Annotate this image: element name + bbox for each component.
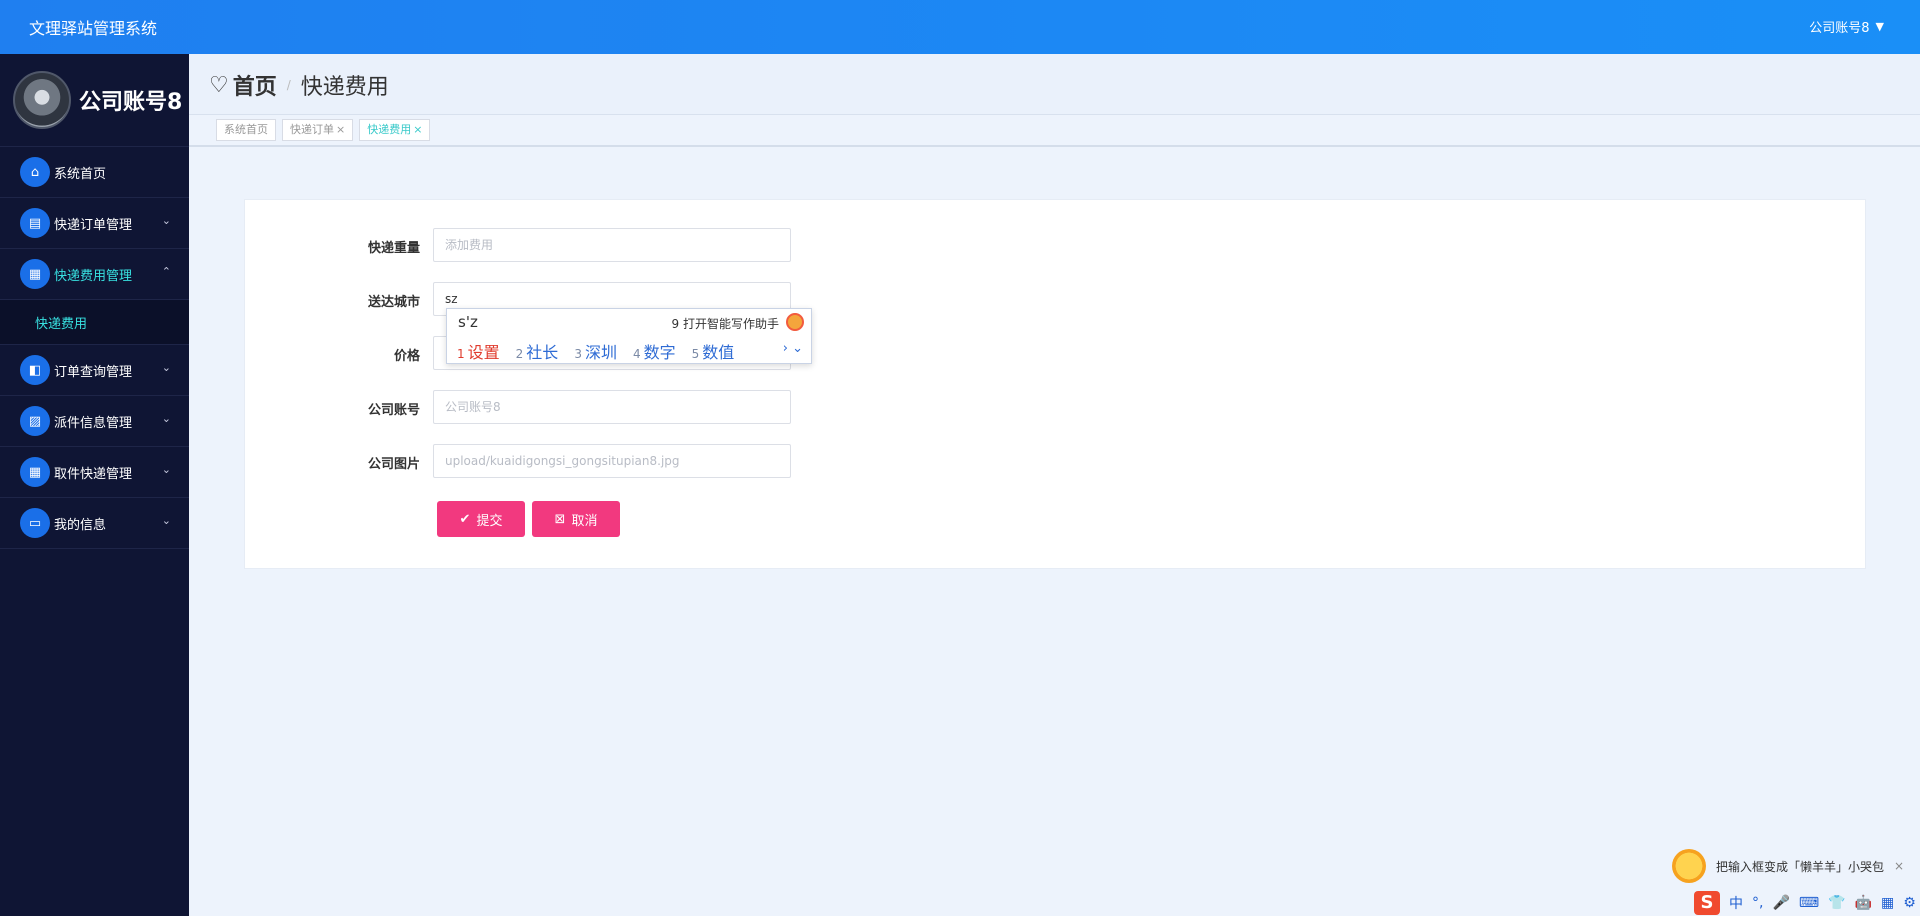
user-menu[interactable]: 公司账号8 ▼ bbox=[1809, 17, 1884, 36]
sidebar-item-label: 快递订单管理 bbox=[54, 217, 133, 233]
sidebar-item-express-orders[interactable]: ▤ 快递订单管理 ⌄ bbox=[0, 198, 189, 249]
grid-icon: ▦ bbox=[20, 259, 50, 289]
caret-down-icon: ▼ bbox=[1875, 20, 1884, 33]
weight-label: 快递重量 bbox=[367, 241, 420, 256]
chart-icon: ▨ bbox=[20, 406, 50, 436]
submit-label: 提交 bbox=[476, 513, 503, 529]
home-icon: ⌂ bbox=[20, 157, 50, 187]
sidebar-item-label: 派件信息管理 bbox=[54, 415, 133, 431]
close-icon[interactable]: × bbox=[336, 123, 345, 136]
breadcrumb-home[interactable]: 首页 bbox=[233, 69, 277, 101]
top-bar: 文理驿站管理系统 公司账号8 ▼ bbox=[0, 0, 1920, 54]
keyboard-icon[interactable]: ⌨ bbox=[1799, 895, 1819, 911]
main-header: ♡ 首页 / 快递费用 bbox=[189, 54, 1920, 114]
tab-label: 快递费用 bbox=[367, 123, 412, 136]
ime-candidate[interactable]: 4 数字 bbox=[633, 339, 676, 363]
ime-writing-assistant[interactable]: 9 打开智能写作助手 bbox=[672, 315, 779, 332]
price-label: 价格 bbox=[393, 349, 420, 364]
company-image-input[interactable] bbox=[433, 444, 791, 478]
profile: 公司账号8 bbox=[0, 54, 189, 147]
breadcrumb-current: 快递费用 bbox=[300, 75, 389, 100]
ime-candidate[interactable]: 3 深圳 bbox=[574, 339, 617, 363]
ime-toolbar: S 中 °, 🎤 ⌨ 👕 🤖 ▦ ⚙ bbox=[1694, 890, 1920, 916]
skin-icon[interactable]: 👕 bbox=[1828, 895, 1845, 911]
chevron-up-icon: ⌃ bbox=[161, 265, 171, 278]
sidebar-subitem-label: 快递费用 bbox=[35, 316, 88, 332]
settings-icon[interactable]: ⚙ bbox=[1903, 895, 1916, 911]
sidebar-item-home[interactable]: ⌂ 系统首页 bbox=[0, 147, 189, 198]
app-title: 文理驿站管理系统 bbox=[29, 19, 158, 38]
sidebar-subitem-express-fee[interactable]: 快递费用 bbox=[0, 300, 189, 345]
ime-candidate[interactable]: 2 社长 bbox=[516, 339, 559, 363]
tab-system-home[interactable]: 系统首页 bbox=[216, 119, 276, 141]
tab-express-fees[interactable]: 快递费用 × bbox=[359, 119, 431, 141]
ime-nav-icon[interactable]: › ⌄ bbox=[783, 341, 803, 356]
close-icon[interactable]: × bbox=[413, 123, 422, 136]
cancel-label: 取消 bbox=[571, 513, 598, 529]
weight-input[interactable] bbox=[433, 228, 791, 262]
sidebar-item-label: 我的信息 bbox=[54, 517, 107, 533]
sun-mascot-icon bbox=[1672, 849, 1706, 883]
sidebar-item-my-info[interactable]: ▭ 我的信息 ⌄ bbox=[0, 498, 189, 549]
chevron-down-icon: ⌄ bbox=[161, 463, 171, 476]
sogou-logo-icon[interactable]: S bbox=[1694, 891, 1720, 915]
heart-icon: ♡ bbox=[209, 72, 229, 98]
avatar bbox=[13, 71, 71, 129]
breadcrumb-separator: / bbox=[286, 78, 291, 92]
check-icon: ✔ bbox=[459, 511, 471, 527]
company-account-label: 公司账号 bbox=[367, 403, 420, 418]
chevron-down-icon: ⌄ bbox=[161, 214, 171, 227]
grid-icon: ▦ bbox=[20, 457, 50, 487]
apps-icon[interactable]: ▦ bbox=[1881, 895, 1894, 911]
sidebar: 公司账号8 ⌂ 系统首页 ▤ 快递订单管理 ⌄ ▦ 快递费用管理 ⌃ 快递费用 … bbox=[0, 54, 189, 916]
sidebar-item-label: 取件快递管理 bbox=[54, 466, 133, 482]
submit-button[interactable]: ✔ 提交 bbox=[437, 501, 525, 537]
ime-candidates: 1 设置 2 社长 3 深圳 4 数字 5 数值 bbox=[457, 339, 734, 363]
chevron-down-icon: ⌄ bbox=[161, 412, 171, 425]
chevron-down-icon: ⌄ bbox=[161, 514, 171, 527]
sidebar-item-label: 订单查询管理 bbox=[54, 364, 133, 380]
microphone-icon[interactable]: 🎤 bbox=[1772, 895, 1789, 911]
form-card: 快递重量 送达城市 价格 公司账号 公司图片 ✔ 提交 ⊠ 取消 bbox=[244, 199, 1866, 569]
chinese-mode-icon[interactable]: 中 bbox=[1729, 893, 1743, 913]
punctuation-icon[interactable]: °, bbox=[1752, 895, 1763, 911]
tab-express-orders[interactable]: 快递订单 × bbox=[282, 119, 354, 141]
company-image-label: 公司图片 bbox=[367, 457, 420, 472]
briefcase-icon: ◧ bbox=[20, 355, 50, 385]
sidebar-menu: ⌂ 系统首页 ▤ 快递订单管理 ⌄ ▦ 快递费用管理 ⌃ 快递费用 ◧ 订单查询… bbox=[0, 147, 189, 549]
company-account-input[interactable] bbox=[433, 390, 791, 424]
tab-label: 快递订单 bbox=[290, 123, 334, 136]
ime-candidate[interactable]: 5 数值 bbox=[692, 339, 735, 363]
ime-pinyin: s'z bbox=[458, 313, 478, 331]
profile-name: 公司账号8 bbox=[79, 90, 183, 115]
sidebar-item-delivery-info[interactable]: ▨ 派件信息管理 ⌄ bbox=[0, 396, 189, 447]
ime-candidate[interactable]: 1 设置 bbox=[457, 339, 500, 363]
ime-notification: 把输入框变成「懒羊羊」小哭包 × bbox=[1672, 848, 1920, 884]
cancel-button[interactable]: ⊠ 取消 bbox=[532, 501, 620, 537]
ime-candidate-popup: s'z 9 打开智能写作助手 1 设置 2 社长 3 深圳 4 数字 5 数值 › ⌄ bbox=[446, 308, 812, 364]
sidebar-item-express-fees[interactable]: ▦ 快递费用管理 ⌃ bbox=[0, 249, 189, 300]
sidebar-item-order-query[interactable]: ◧ 订单查询管理 ⌄ bbox=[0, 345, 189, 396]
bot-icon[interactable]: 🤖 bbox=[1855, 895, 1872, 911]
city-label: 送达城市 bbox=[367, 295, 420, 310]
clipboard-icon: ▤ bbox=[20, 208, 50, 238]
tab-bar: 系统首页 快递订单 × 快递费用 × bbox=[189, 114, 1920, 147]
breadcrumb: ♡ 首页 / 快递费用 bbox=[209, 69, 389, 101]
close-icon[interactable]: × bbox=[1894, 859, 1904, 873]
sidebar-item-label: 系统首页 bbox=[54, 166, 107, 182]
user-menu-label: 公司账号8 bbox=[1809, 21, 1870, 36]
tab-label: 系统首页 bbox=[224, 123, 268, 136]
sidebar-item-pickup[interactable]: ▦ 取件快递管理 ⌄ bbox=[0, 447, 189, 498]
card-icon: ▭ bbox=[20, 508, 50, 538]
chevron-down-icon: ⌄ bbox=[161, 361, 171, 374]
notification-text[interactable]: 把输入框变成「懒羊羊」小哭包 bbox=[1716, 858, 1884, 875]
emoji-icon[interactable] bbox=[786, 313, 804, 331]
close-box-icon: ⊠ bbox=[554, 511, 566, 527]
sidebar-item-label: 快递费用管理 bbox=[54, 268, 133, 284]
